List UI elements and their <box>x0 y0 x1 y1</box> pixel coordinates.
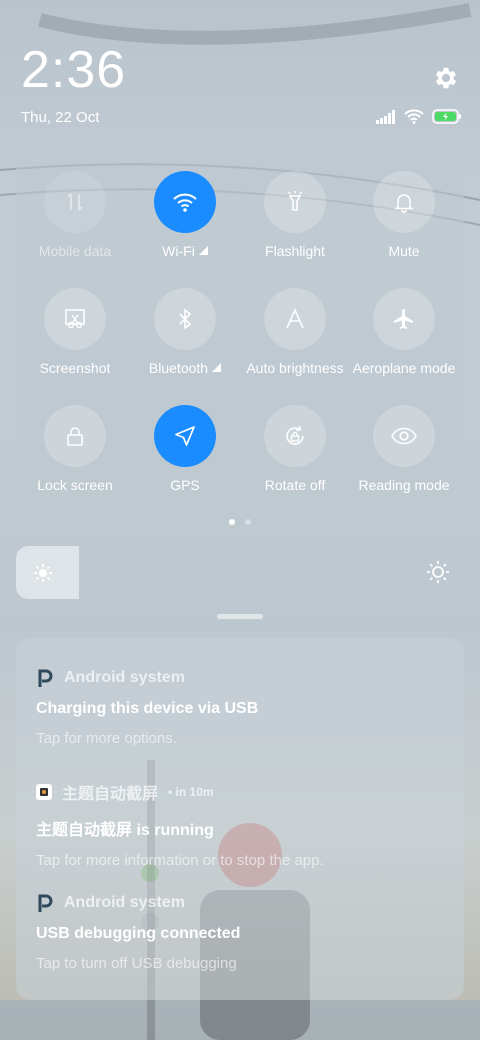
notification-header: Android system <box>36 893 446 913</box>
brightness-slider[interactable] <box>16 546 464 599</box>
auto-brightness-icon <box>264 288 326 350</box>
date[interactable]: Thu, 22 Oct <box>21 109 99 126</box>
notification-item[interactable]: Android system Charging this device via … <box>36 668 446 747</box>
notification-panel: Android system Charging this device via … <box>16 638 464 1000</box>
system-icons <box>376 109 462 124</box>
tile-wifi[interactable]: Wi-Fi <box>130 171 240 259</box>
tile-auto-brightness[interactable]: Auto brightness <box>240 288 350 376</box>
notification-item[interactable]: 主题自动截屏 • in 10m 主题自动截屏 is running Tap fo… <box>36 780 446 869</box>
notification-item[interactable]: Android system USB debugging connected T… <box>36 893 446 972</box>
wifi-icon <box>154 171 216 233</box>
tile-aeroplane-mode[interactable]: Aeroplane mode <box>349 288 459 376</box>
notification-header: 主题自动截屏 • in 10m <box>36 780 446 804</box>
tile-label: Aeroplane mode <box>352 360 456 376</box>
signal-icon <box>376 109 395 124</box>
tile-label: Mute <box>388 243 420 259</box>
page-indicator <box>16 519 464 525</box>
notification-title: USB debugging connected <box>36 925 241 942</box>
tile-label: Auto brightness <box>246 360 344 376</box>
notification-header: Android system <box>36 668 446 688</box>
eye-icon <box>373 405 435 467</box>
page-dot[interactable] <box>245 519 251 525</box>
notification-title: 主题自动截屏 is running <box>36 822 214 839</box>
gps-icon <box>154 405 216 467</box>
page-dot[interactable] <box>229 519 235 525</box>
brightness-high-icon <box>427 561 449 583</box>
drag-handle[interactable] <box>217 614 263 619</box>
notification-body: Tap for more options. <box>36 730 177 747</box>
status-bar: 2:36 Thu, 22 Oct <box>0 0 480 140</box>
bell-icon <box>373 171 435 233</box>
app-icon <box>36 784 52 800</box>
clock[interactable]: 2:36 <box>21 40 126 100</box>
tile-mobile-data[interactable]: Mobile data <box>20 171 130 259</box>
tile-reading-mode[interactable]: Reading mode <box>349 405 459 493</box>
expand-triangle-icon <box>212 363 222 372</box>
tile-screenshot[interactable]: Screenshot <box>20 288 130 376</box>
app-name: Android system <box>64 669 185 686</box>
tile-label: Lock screen <box>37 477 113 493</box>
tile-label: Rotate off <box>264 477 326 493</box>
notification-time: • in 10m <box>168 785 214 799</box>
tile-label: Mobile data <box>38 243 112 259</box>
android-system-icon <box>38 669 53 687</box>
tile-mute[interactable]: Mute <box>349 171 459 259</box>
battery-icon <box>432 109 461 124</box>
android-system-icon <box>38 894 53 912</box>
tile-label: Wi-Fi <box>130 243 240 259</box>
app-name: Android system <box>64 894 185 911</box>
tile-label: Flashlight <box>265 243 325 259</box>
mobile-data-icon <box>44 171 106 233</box>
tile-gps[interactable]: GPS <box>130 405 240 493</box>
tile-label: Reading mode <box>358 477 450 493</box>
wifi-status-icon <box>404 109 424 124</box>
airplane-icon <box>373 288 435 350</box>
rotate-icon <box>264 405 326 467</box>
screenshot-icon <box>44 288 106 350</box>
notification-title: Charging this device via USB <box>36 700 259 717</box>
flashlight-icon <box>264 171 326 233</box>
settings-gear-icon[interactable] <box>432 64 460 92</box>
lock-icon <box>44 405 106 467</box>
tile-label: Screenshot <box>39 360 111 376</box>
notification-body: Tap to turn off USB debugging <box>36 955 237 972</box>
tile-flashlight[interactable]: Flashlight <box>240 171 350 259</box>
expand-triangle-icon <box>198 246 208 255</box>
brightness-low-icon <box>34 564 52 582</box>
tile-bluetooth[interactable]: Bluetooth <box>130 288 240 376</box>
bluetooth-icon <box>154 288 216 350</box>
notification-body: Tap for more information or to stop the … <box>36 852 324 869</box>
tile-label: Bluetooth <box>130 360 240 376</box>
app-name: 主题自动截屏 <box>62 786 159 803</box>
tile-lock-screen[interactable]: Lock screen <box>20 405 130 493</box>
quick-settings-panel: Mobile data Wi-Fi Flashlight Mute Screen… <box>16 142 464 533</box>
tile-rotate[interactable]: Rotate off <box>240 405 350 493</box>
tile-label: GPS <box>170 477 200 493</box>
